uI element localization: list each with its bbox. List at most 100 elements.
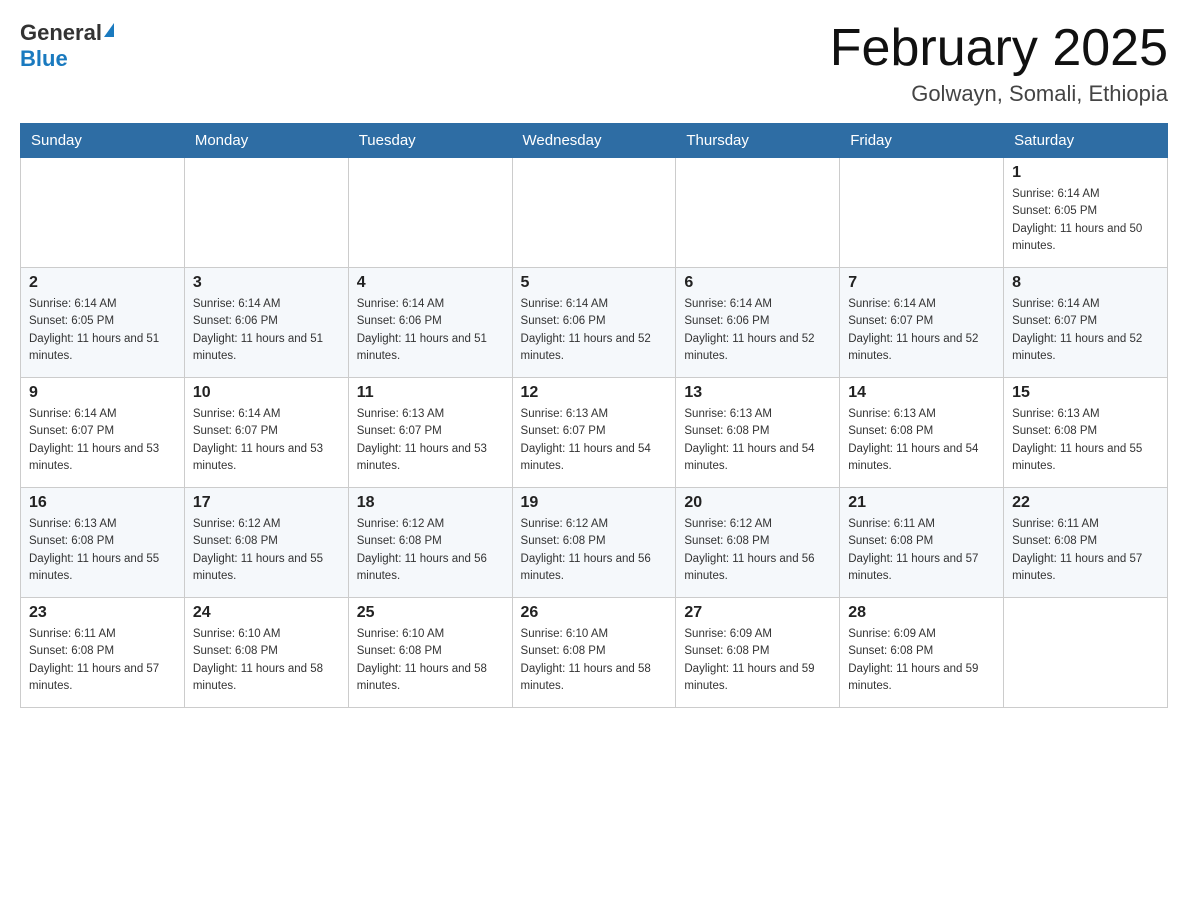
calendar-cell: 14 Sunrise: 6:13 AMSunset: 6:08 PMDayligh… [840,378,1004,488]
calendar-cell: 13 Sunrise: 6:13 AMSunset: 6:08 PMDayligh… [676,378,840,488]
day-info: Sunrise: 6:14 AMSunset: 6:06 PMDaylight:… [357,296,504,365]
day-number: 25 [357,604,504,622]
calendar-cell: 10 Sunrise: 6:14 AMSunset: 6:07 PMDayligh… [184,378,348,488]
calendar-cell: 12 Sunrise: 6:13 AMSunset: 6:07 PMDayligh… [512,378,676,488]
calendar-cell: 16 Sunrise: 6:13 AMSunset: 6:08 PMDayligh… [21,488,185,598]
day-info: Sunrise: 6:14 AMSunset: 6:07 PMDaylight:… [193,406,340,475]
day-number: 11 [357,384,504,402]
day-info: Sunrise: 6:09 AMSunset: 6:08 PMDaylight:… [684,626,831,695]
calendar-cell: 8 Sunrise: 6:14 AMSunset: 6:07 PMDaylight… [1004,268,1168,378]
calendar-cell: 18Sunrise: 6:12 AMSunset: 6:08 PMDayligh… [348,488,512,598]
day-number: 28 [848,604,995,622]
day-info: Sunrise: 6:14 AMSunset: 6:05 PMDaylight:… [1012,186,1159,255]
logo-general-text: General [20,20,102,46]
calendar-cell: 9Sunrise: 6:14 AMSunset: 6:07 PMDaylight… [21,378,185,488]
calendar-cell [348,158,512,268]
calendar-cell [512,158,676,268]
calendar-cell: 25 Sunrise: 6:10 AMSunset: 6:08 PMDayligh… [348,598,512,708]
logo: General Blue [20,20,114,72]
day-number: 22 [1012,494,1159,512]
day-number: 4 [357,274,504,292]
week-row-1: 1 Sunrise: 6:14 AMSunset: 6:05 PMDaylight… [21,158,1168,268]
calendar-cell: 2 Sunrise: 6:14 AMSunset: 6:05 PMDaylight… [21,268,185,378]
calendar-cell: 23Sunrise: 6:11 AMSunset: 6:08 PMDayligh… [21,598,185,708]
weekday-header-monday: Monday [184,124,348,158]
day-number: 15 [1012,384,1159,402]
calendar-table: SundayMondayTuesdayWednesdayThursdayFrid… [20,123,1168,708]
weekday-header-sunday: Sunday [21,124,185,158]
calendar-cell: 3 Sunrise: 6:14 AMSunset: 6:06 PMDaylight… [184,268,348,378]
day-number: 18 [357,494,504,512]
day-info: Sunrise: 6:13 AMSunset: 6:08 PMDaylight:… [848,406,995,475]
calendar-cell: 21Sunrise: 6:11 AMSunset: 6:08 PMDayligh… [840,488,1004,598]
day-info: Sunrise: 6:11 AMSunset: 6:08 PMDaylight:… [1012,516,1159,585]
calendar-cell: 7 Sunrise: 6:14 AMSunset: 6:07 PMDaylight… [840,268,1004,378]
day-number: 27 [684,604,831,622]
day-number: 2 [29,274,176,292]
calendar-cell: 17Sunrise: 6:12 AMSunset: 6:08 PMDayligh… [184,488,348,598]
calendar-cell [184,158,348,268]
calendar-cell: 22 Sunrise: 6:11 AMSunset: 6:08 PMDayligh… [1004,488,1168,598]
day-info: Sunrise: 6:12 AMSunset: 6:08 PMDaylight:… [193,516,340,585]
day-number: 14 [848,384,995,402]
week-row-4: 16 Sunrise: 6:13 AMSunset: 6:08 PMDayligh… [21,488,1168,598]
day-number: 7 [848,274,995,292]
logo-blue-text: Blue [20,46,68,72]
calendar-cell: 6 Sunrise: 6:14 AMSunset: 6:06 PMDaylight… [676,268,840,378]
day-info: Sunrise: 6:14 AMSunset: 6:06 PMDaylight:… [193,296,340,365]
day-number: 16 [29,494,176,512]
week-row-5: 23Sunrise: 6:11 AMSunset: 6:08 PMDayligh… [21,598,1168,708]
day-info: Sunrise: 6:14 AMSunset: 6:07 PMDaylight:… [1012,296,1159,365]
weekday-header-row: SundayMondayTuesdayWednesdayThursdayFrid… [21,124,1168,158]
day-number: 3 [193,274,340,292]
calendar-cell: 15 Sunrise: 6:13 AMSunset: 6:08 PMDayligh… [1004,378,1168,488]
day-number: 26 [521,604,668,622]
calendar-cell: 19 Sunrise: 6:12 AMSunset: 6:08 PMDayligh… [512,488,676,598]
day-number: 10 [193,384,340,402]
title-block: February 2025 Golwayn, Somali, Ethiopia [830,20,1168,107]
day-info: Sunrise: 6:10 AMSunset: 6:08 PMDaylight:… [521,626,668,695]
day-number: 19 [521,494,668,512]
calendar-cell [676,158,840,268]
day-info: Sunrise: 6:13 AMSunset: 6:07 PMDaylight:… [521,406,668,475]
calendar-cell: 4 Sunrise: 6:14 AMSunset: 6:06 PMDaylight… [348,268,512,378]
calendar-cell [1004,598,1168,708]
day-info: Sunrise: 6:10 AMSunset: 6:08 PMDaylight:… [193,626,340,695]
calendar-cell: 27 Sunrise: 6:09 AMSunset: 6:08 PMDayligh… [676,598,840,708]
day-info: Sunrise: 6:09 AMSunset: 6:08 PMDaylight:… [848,626,995,695]
day-info: Sunrise: 6:13 AMSunset: 6:08 PMDaylight:… [684,406,831,475]
day-info: Sunrise: 6:14 AMSunset: 6:05 PMDaylight:… [29,296,176,365]
day-number: 12 [521,384,668,402]
day-number: 13 [684,384,831,402]
calendar-cell: 26 Sunrise: 6:10 AMSunset: 6:08 PMDayligh… [512,598,676,708]
calendar-cell: 11 Sunrise: 6:13 AMSunset: 6:07 PMDayligh… [348,378,512,488]
day-number: 6 [684,274,831,292]
day-info: Sunrise: 6:10 AMSunset: 6:08 PMDaylight:… [357,626,504,695]
logo-triangle-icon [104,23,114,37]
weekday-header-thursday: Thursday [676,124,840,158]
day-info: Sunrise: 6:11 AMSunset: 6:08 PMDaylight:… [848,516,995,585]
day-number: 5 [521,274,668,292]
weekday-header-tuesday: Tuesday [348,124,512,158]
day-info: Sunrise: 6:14 AMSunset: 6:06 PMDaylight:… [684,296,831,365]
calendar-cell: 1 Sunrise: 6:14 AMSunset: 6:05 PMDaylight… [1004,158,1168,268]
day-info: Sunrise: 6:12 AMSunset: 6:08 PMDaylight:… [521,516,668,585]
weekday-header-friday: Friday [840,124,1004,158]
calendar-cell: 24 Sunrise: 6:10 AMSunset: 6:08 PMDayligh… [184,598,348,708]
day-info: Sunrise: 6:13 AMSunset: 6:08 PMDaylight:… [29,516,176,585]
day-info: Sunrise: 6:13 AMSunset: 6:07 PMDaylight:… [357,406,504,475]
day-number: 8 [1012,274,1159,292]
calendar-cell: 20Sunrise: 6:12 AMSunset: 6:08 PMDayligh… [676,488,840,598]
day-info: Sunrise: 6:12 AMSunset: 6:08 PMDaylight:… [684,516,831,585]
page-header: General Blue February 2025 Golwayn, Soma… [20,20,1168,107]
day-number: 9 [29,384,176,402]
weekday-header-saturday: Saturday [1004,124,1168,158]
day-info: Sunrise: 6:14 AMSunset: 6:06 PMDaylight:… [521,296,668,365]
day-number: 24 [193,604,340,622]
calendar-cell: 5 Sunrise: 6:14 AMSunset: 6:06 PMDaylight… [512,268,676,378]
day-number: 1 [1012,164,1159,182]
calendar-cell [21,158,185,268]
day-number: 23 [29,604,176,622]
day-info: Sunrise: 6:14 AMSunset: 6:07 PMDaylight:… [848,296,995,365]
day-info: Sunrise: 6:13 AMSunset: 6:08 PMDaylight:… [1012,406,1159,475]
